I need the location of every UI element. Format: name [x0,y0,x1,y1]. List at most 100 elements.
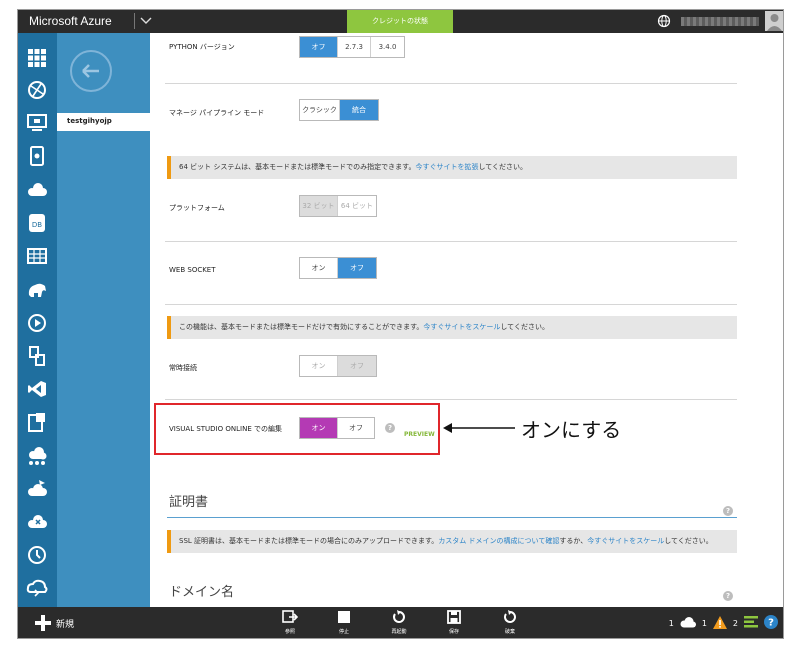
account-name[interactable] [681,17,759,26]
certificates-rule [167,517,737,518]
notice-64bit-text: 64 ビット システムは、基本モードまたは標準モードでのみ指定できます。 [179,163,416,171]
notice-basic-mode: この機能は、基本モードまたは標準モードだけで有効にすることができます。今すぐサイ… [167,316,737,339]
websocket-option-off[interactable]: オフ [338,258,376,278]
preview-badge: PREVIEW [404,431,435,438]
traffic-manager-icon[interactable] [26,511,48,533]
chevron-down-icon[interactable] [138,11,154,29]
cloud-icon[interactable] [680,616,696,630]
all-items-grid-icon[interactable] [26,47,48,69]
help-icon[interactable]: ? [385,423,395,433]
websocket-option-on[interactable]: オン [300,258,338,278]
custom-domain-link[interactable]: カスタム ドメインの構成について確認 [438,537,559,545]
divider [165,399,737,400]
save-button[interactable]: 保存 [439,609,469,635]
websocket-toggle: オン オフ [299,257,377,279]
top-bar: Microsoft Azure クレジットの状態 [17,9,784,33]
avatar[interactable] [765,11,784,31]
sidebar-item-site[interactable]: testgihyojp [57,113,150,131]
scale-site-link[interactable]: 今すぐサイトをスケール [423,323,500,331]
storage-icon[interactable] [26,245,48,267]
vs-online-toggle: オン オフ [299,417,375,439]
pipeline-mode-toggle: クラシック 統合 [299,99,379,121]
svg-text:DB: DB [32,221,42,229]
pipeline-mode-label: マネージ パイプライン モード [169,109,265,117]
divider [165,83,737,84]
scale-site-link[interactable]: 今すぐサイトを拡張 [415,163,478,171]
browse-icon [275,609,305,625]
annotation-arrow-icon [443,420,515,436]
always-on-toggle: オン オフ [299,355,377,377]
help-icon[interactable]: ? [723,591,733,601]
notice-basic-suffix: してください。 [500,323,549,331]
websocket-label: WEB SOCKET [169,266,216,274]
certificates-title: 証明書 [169,494,209,509]
brand-divider [134,13,135,29]
task-list-icon[interactable] [744,616,758,630]
warning-icon[interactable] [712,615,727,631]
notice-ssl-text: SSL 証明書は、基本モードまたは標準モードの場合にのみアップロードできます。 [179,537,439,545]
scale-site-link[interactable]: 今すぐサイトをスケール [587,537,664,545]
new-button-label: 新規 [56,619,75,630]
python-version-label: PYTHON バージョン [169,43,235,51]
help-icon[interactable]: ? [764,615,778,631]
browse-button[interactable]: 参照 [275,609,305,635]
back-button[interactable] [70,50,112,92]
pipeline-option-classic[interactable]: クラシック [300,100,340,120]
cache-icon[interactable] [26,411,48,433]
vs-online-label: VISUAL STUDIO ONLINE での編集 [169,425,282,433]
notice-64bit-suffix: してください。 [478,163,528,171]
restart-button[interactable]: 再起動 [384,609,414,635]
browse-label: 参照 [284,629,295,635]
biztalk-services-icon[interactable] [26,445,48,467]
python-option-off[interactable]: オフ [300,37,338,57]
stop-icon [329,609,359,625]
hdinsight-icon[interactable] [26,278,48,300]
service-rail: DB [17,33,57,607]
cloud-count: 1 [668,618,674,628]
globe-icon[interactable] [657,13,671,28]
pipeline-option-integrated[interactable]: 統合 [340,100,378,120]
restart-icon [384,609,414,625]
websites-icon[interactable] [26,79,48,101]
sql-databases-icon[interactable]: DB [26,212,48,234]
credit-status-button[interactable]: クレジットの状態 [347,9,453,33]
stop-label: 停止 [338,629,349,635]
vs-online-option-on[interactable]: オン [300,418,338,438]
cloud-services-icon[interactable] [26,179,48,201]
service-bus-icon[interactable] [26,345,48,367]
scheduler-icon[interactable] [26,544,48,566]
vs-online-option-off[interactable]: オフ [338,418,374,438]
notice-64bit: 64 ビット システムは、基本モードまたは標準モードでのみ指定できます。今すぐサ… [167,156,737,179]
site-nav-panel: testgihyojp [57,33,150,607]
notice-basic-text: この機能は、基本モードまたは標準モードだけで有効にすることができます。 [179,323,424,331]
virtual-machines-icon[interactable] [26,112,48,134]
platform-label: プラットフォーム [169,204,225,212]
always-on-label: 常時接続 [169,364,197,372]
divider [165,304,737,305]
command-bar: 新規 参照 停止 再起動 保存 破棄 1 1 2 ? [17,607,784,639]
save-icon [439,609,469,625]
domains-title: ドメイン名 [169,584,235,599]
restart-label: 再起動 [391,629,407,635]
list-count: 2 [732,618,738,628]
discard-button[interactable]: 破棄 [495,609,525,635]
visual-studio-online-icon[interactable] [26,378,48,400]
site-name-label: testgihyojp [67,117,112,125]
status-area: 1 1 2 ? [669,615,778,631]
api-management-icon[interactable] [26,577,48,599]
configure-content: PYTHON バージョン オフ 2.7.3 3.4.0 マネージ パイプライン … [150,33,784,607]
save-label: 保存 [448,629,459,635]
annotation-text: オンにする [521,420,622,442]
media-services-icon[interactable] [26,312,48,334]
recovery-services-icon[interactable] [26,478,48,500]
svg-text:?: ? [768,618,774,629]
brand-title[interactable]: Microsoft Azure [29,14,112,28]
python-option-273[interactable]: 2.7.3 [338,37,371,57]
python-option-340[interactable]: 3.4.0 [371,37,404,57]
new-button[interactable]: 新規 [35,614,74,632]
always-on-option-off: オフ [338,356,376,376]
mobile-services-icon[interactable] [26,145,48,167]
help-icon[interactable]: ? [723,506,733,516]
discard-label: 破棄 [504,629,515,635]
stop-button[interactable]: 停止 [329,609,359,635]
